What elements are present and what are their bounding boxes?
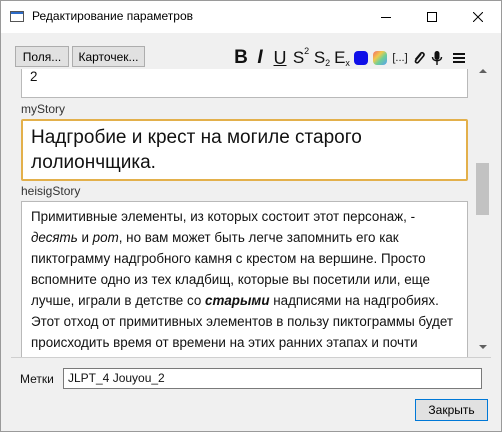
minimize-button[interactable] — [363, 1, 409, 33]
font-color-button[interactable] — [353, 47, 369, 69]
minimize-icon — [381, 17, 391, 18]
mystory-field[interactable]: Надгробие и крест на могиле старого лоли… — [21, 119, 468, 181]
tags-value: JLPT_4 Jouyou_2 — [68, 371, 165, 385]
record-audio-button[interactable] — [429, 47, 445, 69]
color-picker-swatch — [373, 51, 387, 65]
heisigstory-segment: Примитивные элементы, из которых состоит… — [31, 209, 416, 224]
scroll-down-icon[interactable] — [475, 339, 491, 355]
underline-button[interactable]: U — [272, 47, 288, 69]
title-bar: Редактирование параметров — [1, 1, 501, 33]
clear-format-button[interactable]: Ex — [333, 47, 351, 69]
app-icon — [10, 11, 24, 22]
tags-label: Метки — [20, 372, 54, 386]
mystory-value: Надгробие и крест на могиле старого лоли… — [31, 127, 362, 173]
divider — [11, 357, 491, 358]
heisigstory-segment: десять — [31, 230, 78, 245]
subscript-button[interactable]: S2 — [312, 47, 332, 69]
close-window-button[interactable] — [455, 1, 501, 33]
hamburger-menu-icon — [453, 53, 465, 63]
tags-input[interactable]: JLPT_4 Jouyou_2 — [63, 368, 482, 389]
fields-button[interactable]: Поля... — [15, 46, 69, 67]
color-picker-button[interactable] — [372, 47, 388, 69]
heisigstory-field[interactable]: Примитивные элементы, из которых состоит… — [21, 201, 468, 357]
heisigstory-label: heisigStory — [21, 184, 81, 198]
superscript-button[interactable]: S2 — [291, 46, 311, 69]
field-previous-value: 2 — [30, 69, 38, 84]
font-color-swatch — [354, 51, 368, 65]
mystory-label: myStory — [21, 102, 66, 116]
maximize-icon — [427, 12, 437, 22]
close-icon — [473, 12, 483, 22]
heisigstory-segment: старыми — [205, 293, 270, 308]
close-dialog-button[interactable]: Закрыть — [415, 399, 488, 421]
heisigstory-segment: и — [77, 230, 93, 245]
scroll-thumb[interactable] — [476, 163, 489, 215]
bold-button[interactable]: B — [233, 47, 249, 69]
italic-button[interactable]: I — [252, 47, 268, 69]
attach-button[interactable] — [411, 47, 427, 69]
heisigstory-text: Примитивные элементы, из которых состоит… — [22, 202, 467, 357]
paperclip-icon — [414, 51, 425, 64]
window-title: Редактирование параметров — [32, 9, 194, 23]
edit-fields-window: Редактирование параметров 2 myStory Надг… — [0, 0, 502, 432]
cards-button[interactable]: Карточек... — [72, 46, 145, 67]
more-options-button[interactable] — [451, 47, 467, 69]
cloze-button[interactable]: [...] — [391, 47, 409, 69]
maximize-button[interactable] — [409, 1, 455, 33]
microphone-icon — [431, 51, 443, 65]
heisigstory-segment: рот — [92, 230, 119, 245]
